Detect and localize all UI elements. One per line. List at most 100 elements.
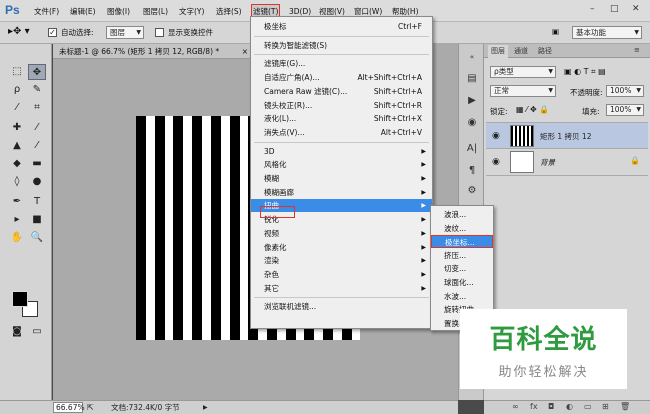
menu-layer[interactable]: 图层(L) <box>143 5 168 18</box>
pen-tool-icon[interactable]: ✒ <box>8 194 26 210</box>
distort-menu-item[interactable]: 切变... <box>431 262 493 275</box>
gradient-tool-icon[interactable]: ▬ <box>28 156 46 172</box>
menu-image[interactable]: 图像(I) <box>107 5 130 18</box>
eye-icon[interactable]: ◉ <box>492 157 500 167</box>
close-icon[interactable]: × <box>242 44 248 59</box>
filter-menu-item[interactable]: 液化(L)... Shift+Ctrl+X <box>251 112 432 125</box>
hand-tool-icon[interactable]: ✋ <box>8 230 26 246</box>
distort-menu-item[interactable]: 波纹... <box>431 222 493 235</box>
fill-field[interactable]: 100% ▼ <box>606 104 644 116</box>
filter-menu-item[interactable]: 渲染 ▶ <box>251 254 432 267</box>
zoom-field[interactable]: 66.67% <box>53 402 85 413</box>
distort-menu-item[interactable]: 波浪... <box>431 208 493 221</box>
screen-mode-icon[interactable]: ▭ <box>28 324 46 340</box>
menu-file[interactable]: 文件(F) <box>34 5 59 18</box>
distort-menu-item[interactable]: 水波... <box>431 290 493 303</box>
history-brush-tool-icon[interactable]: ⁄ <box>28 138 46 154</box>
adjustment-layer-icon[interactable]: ◐ <box>566 402 573 411</box>
properties-panel-icon[interactable]: ◉ <box>465 116 479 130</box>
add-mask-icon[interactable]: ◘ <box>548 402 554 411</box>
lasso-tool-icon[interactable]: ρ <box>8 82 26 98</box>
eye-icon[interactable]: ◉ <box>492 131 500 141</box>
filter-menu-item[interactable]: 浏览联机滤镜... <box>251 300 432 313</box>
distort-menu-item[interactable]: 球面化... <box>431 276 493 289</box>
workspace-dropdown[interactable]: 基本功能 ▼ <box>572 26 642 39</box>
maximize-button[interactable]: □ <box>610 4 619 14</box>
filter-menu-item[interactable]: 模糊 ▶ <box>251 172 432 185</box>
tab-paths[interactable]: 路径 <box>538 46 552 56</box>
camera-icon[interactable]: ▣ <box>552 27 559 36</box>
filter-menu-item[interactable]: 极坐标 Ctrl+F <box>251 20 432 33</box>
distort-menu-item[interactable]: 挤压... <box>431 249 493 262</box>
chevron-down-icon: ▼ <box>548 87 553 94</box>
tab-layers[interactable]: 图层 <box>488 45 508 58</box>
marquee-tool-icon[interactable]: ⬚ <box>8 64 26 80</box>
clone-stamp-tool-icon[interactable]: ▲ <box>8 138 26 154</box>
filter-menu-item[interactable]: 消失点(V)... Alt+Ctrl+V <box>251 126 432 139</box>
shape-tool-icon[interactable]: ■ <box>28 212 46 228</box>
menu-edit[interactable]: 编辑(E) <box>70 5 96 18</box>
blur-tool-icon[interactable]: ◊ <box>8 174 26 190</box>
foreground-color-swatch[interactable] <box>12 291 28 307</box>
panel-menu-icon[interactable]: ≡ <box>634 46 640 54</box>
brush-tool-icon[interactable]: ⁄ <box>28 120 46 136</box>
healing-brush-tool-icon[interactable]: ✚ <box>8 120 26 136</box>
filter-menu-item[interactable]: 视频 ▶ <box>251 227 432 240</box>
filter-menu-item[interactable]: 滤镜库(G)... <box>251 57 432 70</box>
delete-layer-icon[interactable]: 🗑 <box>620 402 630 411</box>
layer-filter-icons[interactable]: ▣ ◐ T ⌗ ▤ <box>564 67 606 77</box>
filter-menu-item[interactable]: 其它 ▶ <box>251 282 432 295</box>
character-panel-icon[interactable]: A| <box>465 142 479 156</box>
filter-menu-item[interactable]: 模糊画廊 ▶ <box>251 186 432 199</box>
move-tool-preset-icon[interactable]: ▸✥ ▾ <box>8 26 30 37</box>
distort-menu-item[interactable]: 极坐标... <box>431 235 493 249</box>
paragraph-panel-icon[interactable]: ¶ <box>465 164 479 178</box>
filter-menu-item[interactable]: 3D ▶ <box>251 145 432 158</box>
link-layers-icon[interactable]: ∞ <box>512 402 519 411</box>
eraser-tool-icon[interactable]: ◆ <box>8 156 26 172</box>
layer-row[interactable]: ◉ 背景 🔒 <box>486 149 648 176</box>
dodge-tool-icon[interactable]: ● <box>28 174 46 190</box>
tool-presets-icon[interactable]: ⚙ <box>465 184 479 198</box>
actions-panel-icon[interactable]: ▶ <box>465 94 479 108</box>
layer-row[interactable]: ◉ 矩形 1 拷贝 12 <box>486 122 648 149</box>
quick-mask-icon[interactable]: ◙ <box>8 324 26 340</box>
opacity-field[interactable]: 100% ▼ <box>606 85 644 97</box>
filter-menu-item[interactable]: 杂色 ▶ <box>251 268 432 281</box>
filter-menu-item[interactable]: 转换为智能滤镜(S) <box>251 39 432 52</box>
path-select-tool-icon[interactable]: ▸ <box>8 212 26 228</box>
zoom-tool-icon[interactable]: 🔍 <box>28 230 46 246</box>
tab-channels[interactable]: 通道 <box>514 46 528 56</box>
show-transform-checkbox[interactable] <box>155 28 164 37</box>
filter-menu-item[interactable]: 自适应广角(A)... Alt+Shift+Ctrl+A <box>251 71 432 84</box>
menu-item-label: 视频 <box>264 228 279 238</box>
document-tab[interactable]: 未标题-1 @ 66.7% (矩形 1 拷贝 12, RGB/8) * × <box>53 44 253 59</box>
menu-item-shortcut: Shift+Ctrl+R <box>373 100 422 110</box>
new-group-icon[interactable]: ▭ <box>584 402 592 411</box>
crop-tool-icon[interactable]: ⌗ <box>28 100 46 116</box>
layer-style-icon[interactable]: fx <box>530 402 538 411</box>
menu-type[interactable]: 文字(Y) <box>179 5 204 18</box>
export-icon[interactable]: ⇱ <box>87 401 94 414</box>
blend-mode-dropdown[interactable]: 正常 ▼ <box>490 85 556 97</box>
eyedropper-tool-icon[interactable]: ⁄ <box>8 100 26 116</box>
auto-select-dropdown[interactable]: 图层 ▼ <box>106 26 144 39</box>
quick-select-tool-icon[interactable]: ✎ <box>28 82 46 98</box>
minimize-button[interactable]: – <box>590 4 595 14</box>
close-window-button[interactable]: ✕ <box>632 4 640 14</box>
lock-icons[interactable]: ▦ ⁄ ✥ 🔒 <box>516 105 549 114</box>
history-panel-icon[interactable]: ▤ <box>465 72 479 86</box>
auto-select-checkbox[interactable]: ✓ <box>48 28 57 37</box>
move-tool-icon[interactable]: ✥ <box>28 64 46 80</box>
panel-collapse-icon[interactable]: « <box>465 50 479 64</box>
status-menu-arrow-icon[interactable]: ▶ <box>203 401 208 414</box>
filter-menu-item[interactable]: Camera Raw 滤镜(C)... Shift+Ctrl+A <box>251 85 432 98</box>
filter-menu-item[interactable]: 风格化 ▶ <box>251 158 432 171</box>
filter-menu-item[interactable]: 像素化 ▶ <box>251 241 432 254</box>
menu-select[interactable]: 选择(S) <box>216 5 242 18</box>
type-tool-icon[interactable]: T <box>28 194 46 210</box>
auto-select-value: 图层 <box>110 28 125 37</box>
filter-menu-item[interactable]: 镜头校正(R)... Shift+Ctrl+R <box>251 99 432 112</box>
layer-filter-dropdown[interactable]: ρ类型 ▼ <box>490 66 556 78</box>
new-layer-icon[interactable]: ⊞ <box>602 402 609 411</box>
